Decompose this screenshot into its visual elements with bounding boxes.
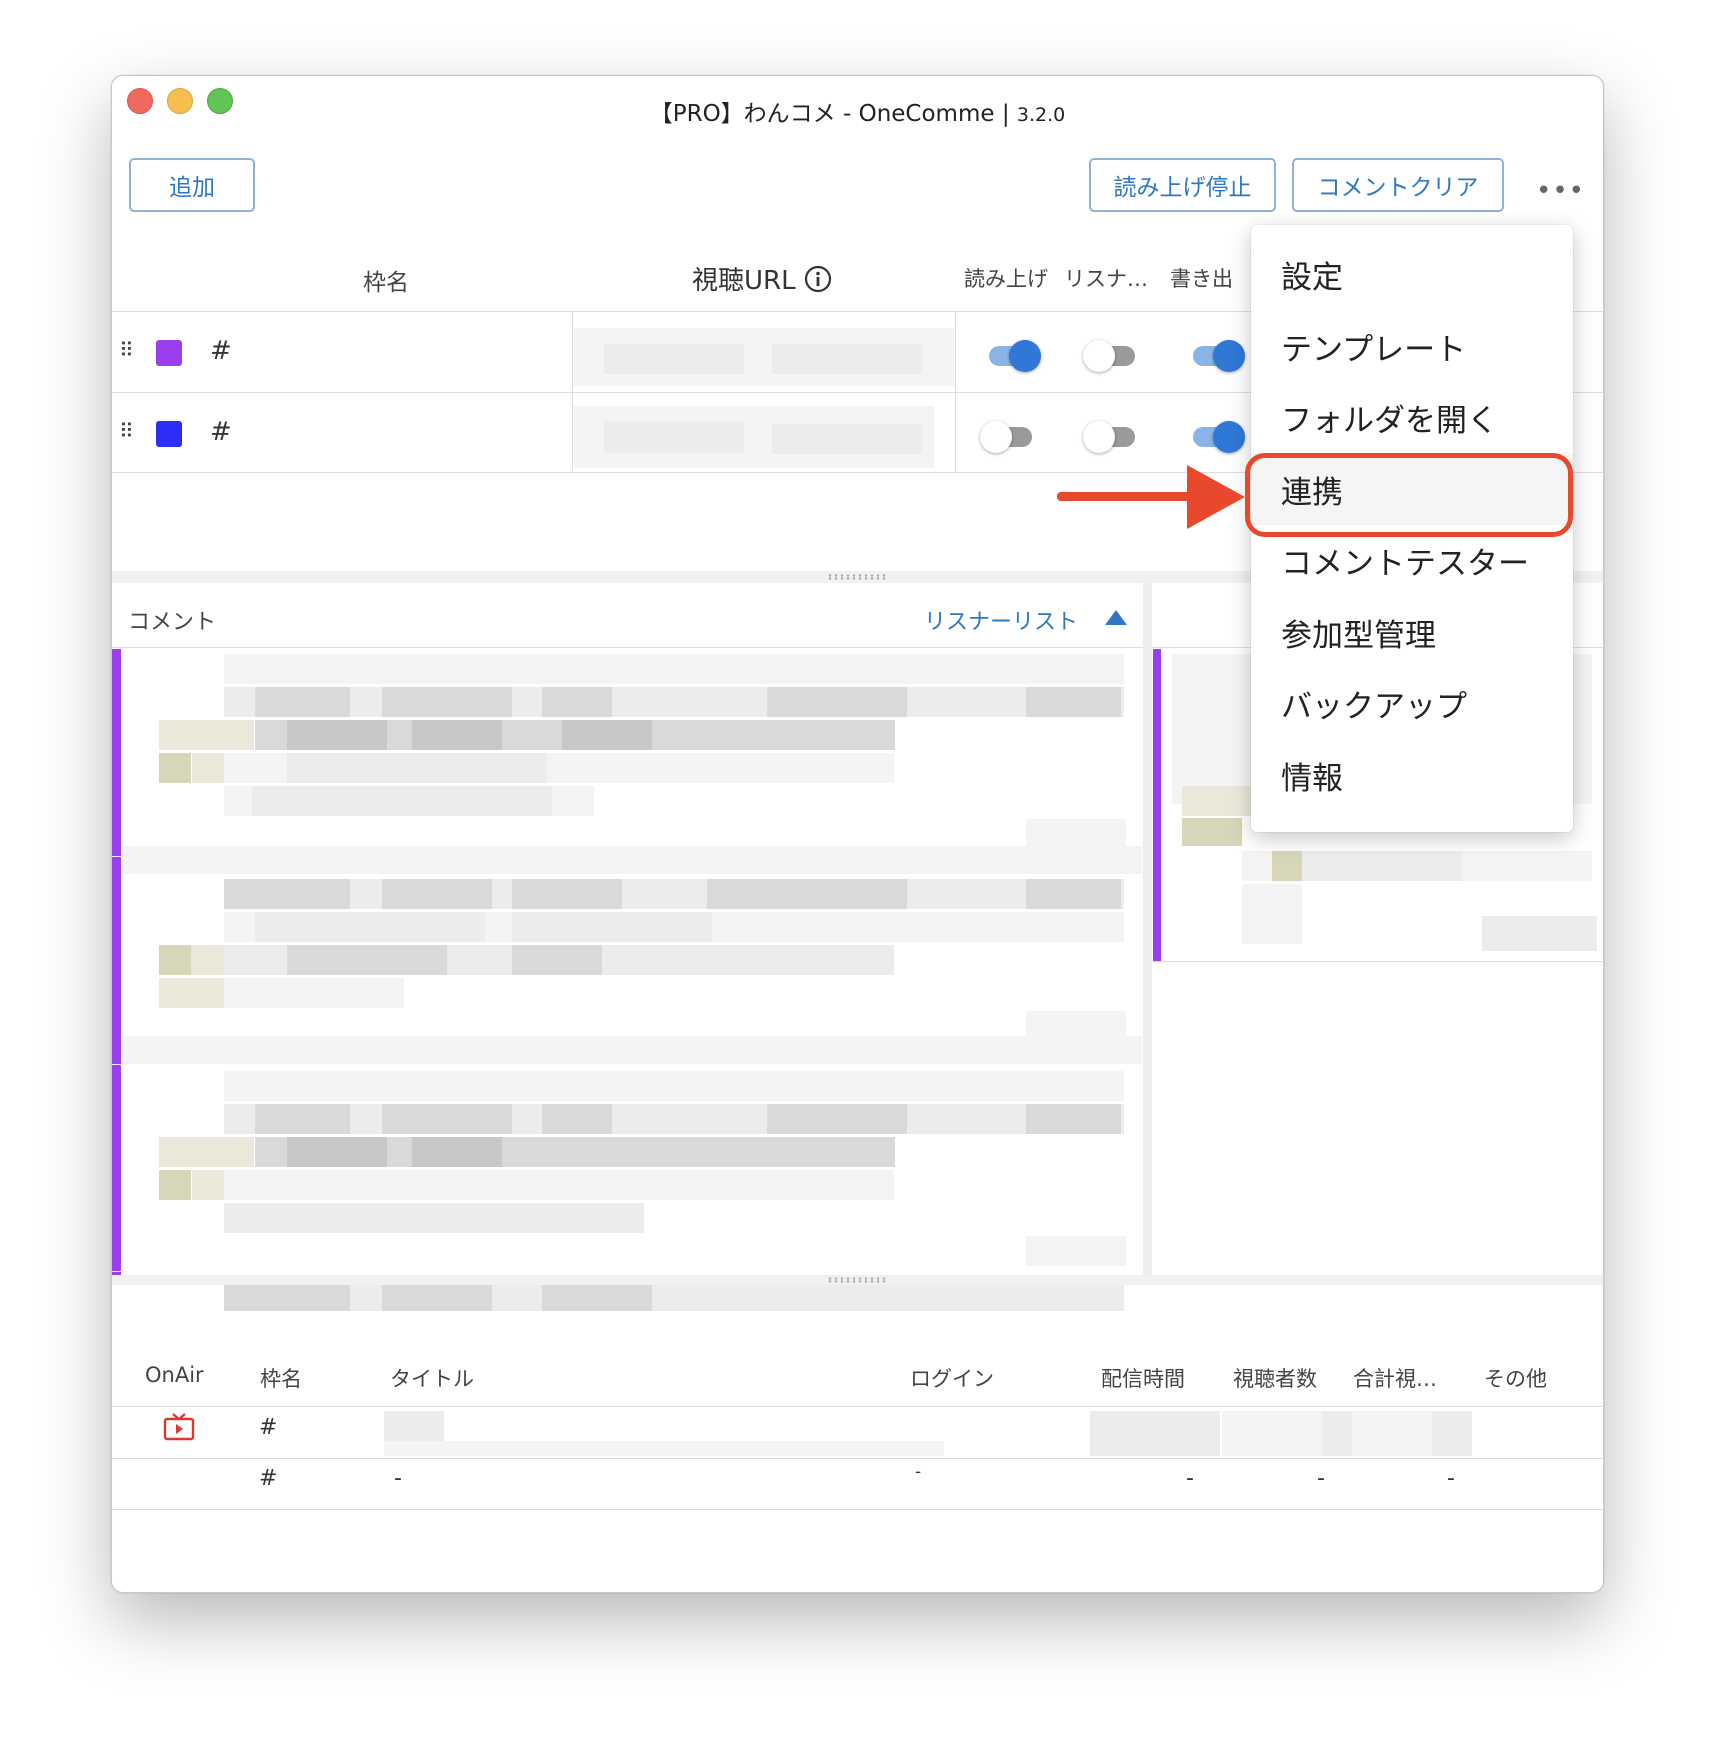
listener-frame-bar: [1153, 649, 1161, 961]
stop-reading-button[interactable]: 読み上げ停止: [1089, 158, 1276, 212]
divider: [112, 1509, 1603, 1510]
read-toggle[interactable]: [985, 338, 1041, 374]
header-read: 読み上げ: [964, 267, 1048, 291]
bt-header-duration: 配信時間: [1101, 1367, 1185, 1391]
divider: [572, 312, 573, 472]
bt-row-frame-name: #: [259, 1415, 278, 1440]
version-separator: |: [994, 101, 1017, 127]
menu-item-comment-tester[interactable]: コメントテスター: [1281, 538, 1529, 583]
menu-item-info[interactable]: 情報: [1281, 753, 1343, 798]
annotation-highlight-box: [1245, 453, 1573, 537]
divider: [955, 312, 956, 472]
header-listener: リスナ…: [1064, 267, 1148, 291]
comments-panel-title: コメント: [128, 610, 217, 635]
window-title-text: 【PRO】わんコメ - OneComme: [649, 101, 995, 127]
export-toggle[interactable]: [1189, 419, 1245, 455]
bt-row-frame-name: #: [259, 1466, 278, 1491]
grip-icon: [827, 574, 887, 580]
bt-header-login: ログイン: [910, 1367, 994, 1391]
app-window: 【PRO】わんコメ - OneComme | 3.2.0 追加 読み上げ停止 コ…: [111, 75, 1604, 1593]
frame-color-swatch[interactable]: [156, 340, 182, 366]
bt-row-viewers: -: [1317, 1466, 1325, 1491]
bt-header-total: 合計視…: [1353, 1367, 1437, 1391]
listener-toggle[interactable]: [1083, 419, 1139, 455]
menu-item-settings[interactable]: 設定: [1281, 252, 1343, 297]
drag-handle-icon[interactable]: ⠿: [119, 419, 134, 443]
bt-row-title: -: [394, 1466, 402, 1491]
header-view-url-label: 視聴URL: [692, 266, 796, 296]
bt-row-duration: -: [1186, 1466, 1194, 1491]
version-text: 3.2.0: [1016, 104, 1066, 126]
frame-name[interactable]: #: [210, 417, 232, 447]
menu-item-template[interactable]: テンプレート: [1281, 324, 1466, 369]
clear-comments-button[interactable]: コメントクリア: [1292, 158, 1504, 212]
add-button[interactable]: 追加: [129, 158, 255, 212]
bt-header-frame-name: 枠名: [260, 1367, 302, 1391]
resize-splitter[interactable]: [112, 1275, 1603, 1285]
window-title: 【PRO】わんコメ - OneComme | 3.2.0: [112, 94, 1603, 128]
listener-toggle[interactable]: [1083, 338, 1139, 374]
frame-name[interactable]: #: [210, 336, 232, 366]
frame-color-swatch[interactable]: [156, 421, 182, 447]
bt-header-onair: OnAir: [145, 1363, 204, 1387]
bt-header-viewers: 視聴者数: [1233, 1367, 1317, 1391]
tv-icon: [163, 1413, 195, 1441]
more-menu-icon[interactable]: •••: [1536, 176, 1585, 206]
divider: [1152, 961, 1603, 962]
header-view-url: 視聴URL: [692, 260, 832, 297]
grip-icon: [827, 1277, 887, 1283]
export-toggle[interactable]: [1189, 338, 1245, 374]
bt-row-total: -: [1447, 1466, 1455, 1491]
comment-frame-bar: [112, 649, 121, 1275]
divider: [112, 1271, 126, 1272]
divider: [112, 1064, 126, 1065]
bt-header-other: その他: [1484, 1367, 1547, 1391]
divider: [112, 1458, 1603, 1459]
annotation-arrow-icon: [1187, 465, 1245, 529]
menu-item-backup[interactable]: バックアップ: [1281, 681, 1467, 726]
divider: [112, 1406, 1603, 1407]
menu-item-participation[interactable]: 参加型管理: [1281, 610, 1436, 655]
divider: [112, 647, 1143, 648]
header-export: 書き出: [1170, 267, 1233, 291]
header-frame-name: 枠名: [363, 270, 409, 296]
annotation-arrow-shaft: [1057, 492, 1192, 501]
menu-item-open-folder[interactable]: フォルダを開く: [1281, 395, 1498, 440]
read-toggle[interactable]: [980, 419, 1036, 455]
info-icon[interactable]: [804, 265, 832, 293]
bt-row-login: -: [915, 1462, 922, 1482]
panel-separator[interactable]: [1143, 583, 1152, 1278]
drag-handle-icon[interactable]: ⠿: [119, 338, 134, 362]
bt-header-title: タイトル: [390, 1367, 474, 1391]
collapse-triangle-icon[interactable]: [1105, 610, 1127, 625]
listener-list-link[interactable]: リスナーリスト: [924, 604, 1078, 636]
